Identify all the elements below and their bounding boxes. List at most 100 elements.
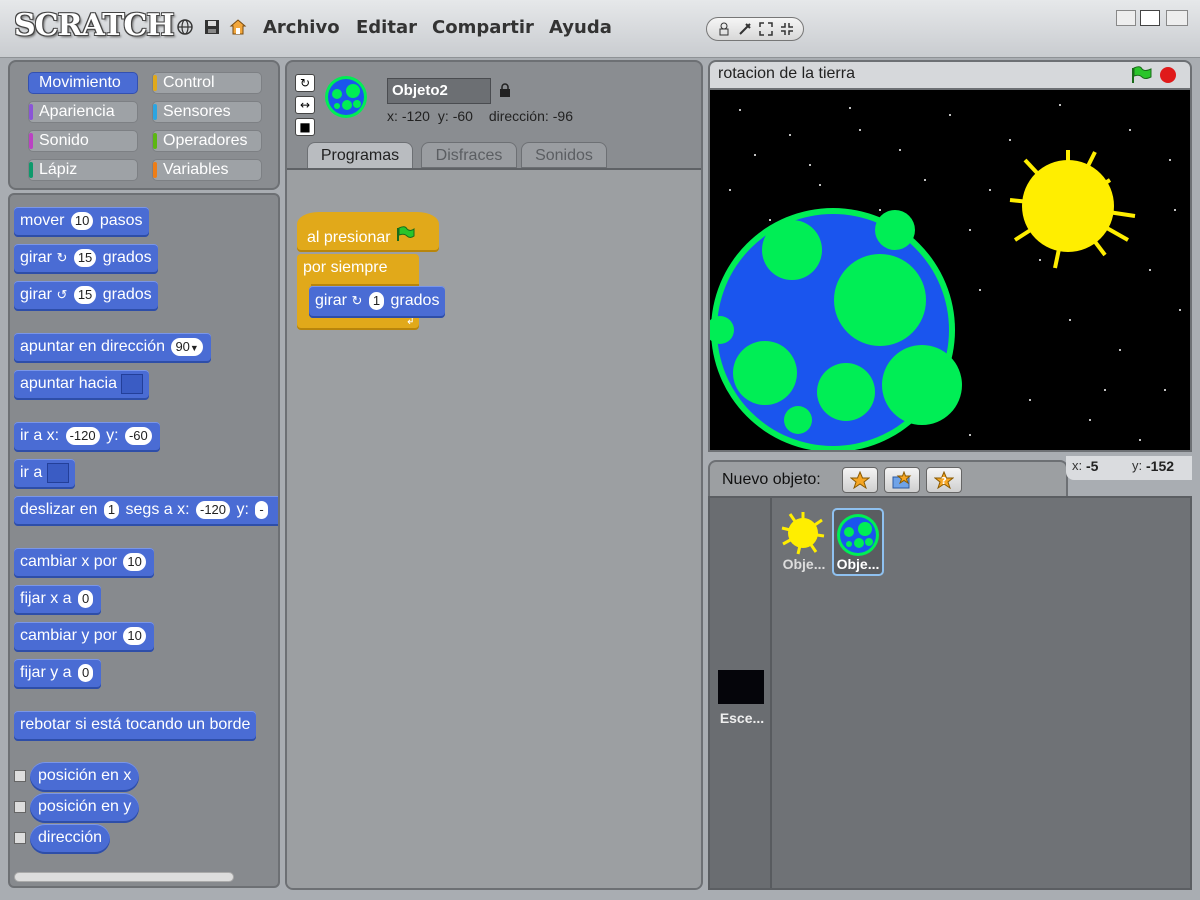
paint-new-sprite-button[interactable] [842,467,878,493]
stage-canvas[interactable] [708,88,1192,452]
number-input[interactable]: 15 [73,248,97,267]
number-input[interactable]: 10 [123,552,146,571]
forever-block-bottom: ↲ [297,315,419,330]
globe-icon[interactable] [176,18,194,36]
block-text: posición en x [38,767,132,784]
stage-thumbnail[interactable] [718,670,764,704]
number-input[interactable]: 15 [73,285,97,304]
menu-edit[interactable]: Editar [356,17,417,38]
block-point-in-direction[interactable]: apuntar en dirección 90▼ [14,333,211,363]
block-turn-left[interactable]: girar ↺ 15 grados [14,281,158,311]
y-input[interactable]: - [255,500,268,519]
block-turn-right[interactable]: girar ↻ 15 grados [14,244,158,274]
block-turn-in-script[interactable]: girar ↻ 1 grados [309,286,446,318]
block-forever[interactable]: por siempre [297,254,419,286]
target-dropdown[interactable] [121,373,144,394]
number-input[interactable]: 0 [78,663,94,682]
x-input[interactable]: -120 [196,500,231,519]
palette-horizontal-scrollbar[interactable] [14,872,234,882]
category-looks[interactable]: Apariencia [28,101,138,123]
block-palette: mover 10 pasos girar ↻ 15 grados girar ↺… [8,193,280,888]
block-move[interactable]: mover 10 pasos [14,207,149,237]
save-icon[interactable] [203,18,221,36]
share-project-icon[interactable] [229,18,247,36]
tab-scripts[interactable]: Programas [307,142,413,168]
category-panel: Movimiento Control Apariencia Sensores S… [8,60,280,190]
category-variables[interactable]: Variables [152,159,262,181]
target-dropdown[interactable] [46,462,69,483]
menu-share[interactable]: Compartir [432,17,534,38]
block-text: rebotar si está tocando un borde [20,716,251,733]
block-set-y[interactable]: fijar y a 0 [14,659,102,689]
sprite-thumb-earth-selected[interactable]: Obje... [832,508,884,576]
block-text: ir a [20,464,43,481]
grow-tool-icon[interactable] [757,20,775,38]
block-change-x[interactable]: cambiar x por 10 [14,548,154,578]
block-go-to-xy[interactable]: ir a x: -120 y: -60 [14,422,160,452]
number-input[interactable]: 10 [123,626,146,645]
block-text: pasos [99,212,143,229]
category-sensing[interactable]: Sensores [152,101,262,123]
number-input[interactable]: 10 [70,211,94,230]
folder-star-icon [892,471,912,489]
y-input[interactable]: -60 [124,426,152,445]
reporter-direction[interactable]: dirección [30,824,111,854]
category-label: Sensores [163,103,231,120]
menu-help[interactable]: Ayuda [549,17,612,38]
small-stage-mode-icon[interactable] [1116,10,1136,26]
number-input[interactable]: 1 [368,291,385,310]
block-point-towards[interactable]: apuntar hacia [14,370,150,400]
block-set-x[interactable]: fijar x a 0 [14,585,102,615]
block-go-to[interactable]: ir a [14,459,75,489]
category-pen[interactable]: Lápiz [28,159,138,181]
dont-rotate-button[interactable]: ■ [295,118,315,136]
can-rotate-button[interactable]: ↻ [295,74,315,92]
category-motion[interactable]: Movimiento [28,72,138,94]
normal-stage-mode-icon[interactable] [1140,10,1160,26]
category-swatch [29,133,33,149]
block-when-flag-clicked[interactable]: al presionar [297,212,439,252]
sprite-name-field[interactable]: Objeto2 [387,78,491,104]
tab-sounds[interactable]: Sonidos [521,142,607,168]
category-control[interactable]: Control [152,72,262,94]
lock-icon[interactable] [499,82,511,101]
presentation-mode-icon[interactable] [1166,10,1188,26]
block-text: deslizar en [20,501,98,518]
y-value: -152 [1146,458,1175,474]
shrink-tool-icon[interactable] [778,20,796,38]
question-star-icon: ? [934,471,954,489]
seconds-input[interactable]: 1 [103,500,120,519]
number-input[interactable]: 0 [78,589,94,608]
x-position-checkbox[interactable] [14,770,26,782]
reporter-y-position[interactable]: posición en y [30,793,140,823]
scripts-area[interactable]: al presionar por siempre ↲ girar ↻ 1 gra… [287,168,701,888]
block-text: por siempre [303,259,388,276]
green-flag-icon[interactable] [1130,66,1152,88]
earth-thumbnail [837,514,879,556]
direction-checkbox[interactable] [14,832,26,844]
category-label: Movimiento [39,74,121,91]
x-input[interactable]: -120 [65,426,100,445]
delete-tool-icon[interactable] [736,20,754,38]
toolbar-tools [706,17,804,41]
tab-costumes[interactable]: Disfraces [421,142,517,168]
block-change-y[interactable]: cambiar y por 10 [14,622,154,652]
category-operators[interactable]: Operadores [152,130,262,152]
sprite-thumb-sun[interactable] [780,510,826,556]
duplicate-tool-icon[interactable] [715,20,733,38]
block-glide[interactable]: deslizar en 1 segs a x: -120 y: - [14,496,278,526]
surprise-sprite-button[interactable]: ? [926,467,962,493]
x-value: -120 [401,108,430,124]
flip-left-right-button[interactable]: ↔ [295,96,315,114]
y-position-checkbox[interactable] [14,801,26,813]
block-text: girar [20,286,53,303]
block-bounce[interactable]: rebotar si está tocando un borde [14,711,257,741]
block-text: apuntar hacia [20,375,117,392]
menu-file[interactable]: Archivo [263,17,340,38]
choose-sprite-from-file-button[interactable] [884,467,920,493]
sprite-editor-panel: ↻ ↔ ■ Objeto2 x: -120 y: -60 dirección: -96… [285,60,703,890]
direction-dropdown[interactable]: 90▼ [171,337,203,356]
reporter-x-position[interactable]: posición en x [30,762,140,792]
stop-button-icon[interactable] [1160,67,1176,83]
category-sound[interactable]: Sonido [28,130,138,152]
